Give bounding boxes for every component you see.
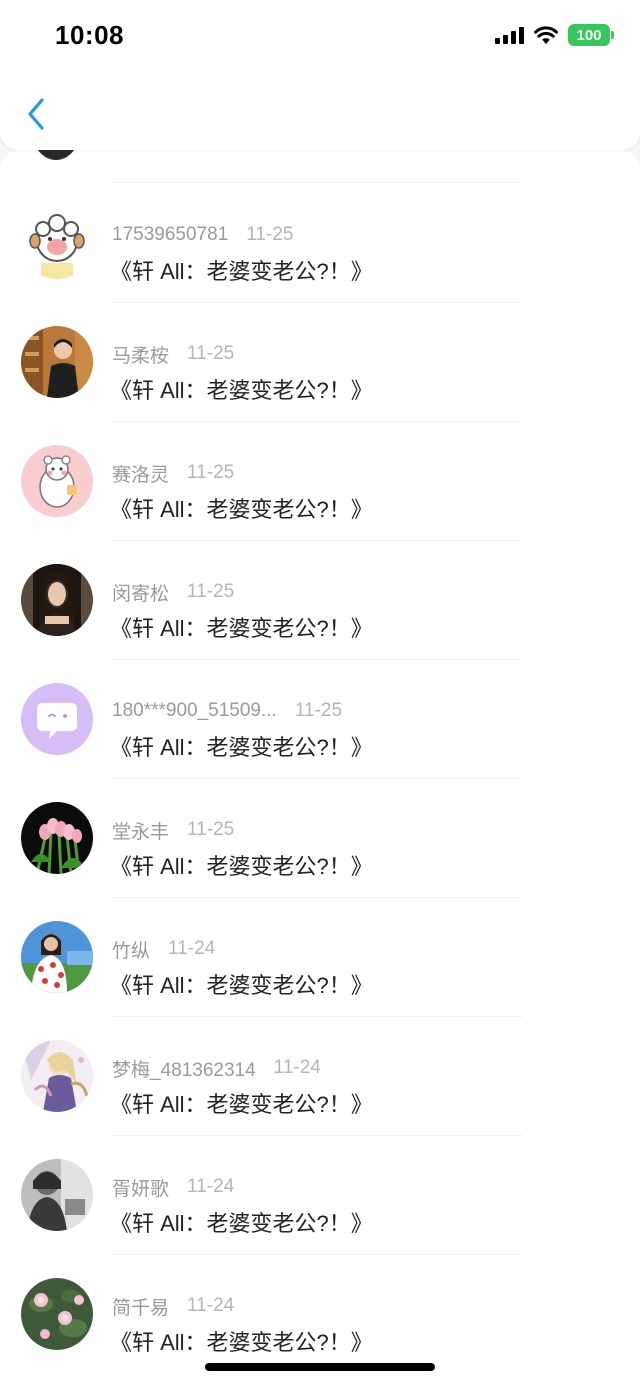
comment-date: 11-25	[246, 224, 294, 245]
item-title[interactable]: 《轩 All：老婆变老公?！》	[110, 611, 373, 643]
item-title[interactable]: 《轩 All：老婆变老公?！》	[110, 1206, 373, 1238]
avatar[interactable]	[21, 326, 93, 398]
user-name[interactable]: 简千易	[112, 1293, 169, 1320]
user-name[interactable]: 马柔桉	[112, 341, 169, 368]
avatar[interactable]	[21, 564, 93, 636]
item-meta: 17539650781 11-25	[112, 223, 293, 247]
avatar	[30, 150, 82, 160]
comment-date: 11-24	[273, 1057, 321, 1078]
list-item[interactable]: 竹纵 11-24 《轩 All：老婆变老公?！》	[0, 898, 640, 1016]
comment-date: 11-24	[168, 938, 216, 959]
avatar[interactable]	[21, 921, 93, 993]
item-meta: 马柔桉 11-25	[112, 341, 235, 368]
avatar[interactable]	[21, 683, 93, 755]
list-item[interactable]: 胥妍歌 11-24 《轩 All：老婆变老公?！》	[0, 1136, 640, 1254]
user-name[interactable]: 堂永丰	[112, 817, 169, 844]
avatar[interactable]	[21, 802, 93, 874]
item-meta: 梦梅_481362314 11-24	[112, 1055, 321, 1082]
item-title[interactable]: 《轩 All：老婆变老公?！》	[110, 254, 373, 286]
wifi-icon	[534, 26, 558, 44]
item-title[interactable]: 《轩 All：老婆变老公?！》	[110, 373, 373, 405]
item-title[interactable]: 《轩 All：老婆变老公?！》	[110, 730, 373, 762]
user-name[interactable]: 赛洛灵	[112, 460, 169, 487]
item-title[interactable]: 《轩 All：老婆变老公?！》	[110, 849, 373, 881]
comment-date: 11-25	[187, 819, 235, 840]
comment-date: 11-24	[187, 1176, 235, 1197]
item-title[interactable]: 《轩 All：老婆变老公?！》	[110, 1325, 373, 1357]
item-meta: 胥妍歌 11-24	[112, 1174, 235, 1201]
item-title[interactable]: 《轩 All：老婆变老公?！》	[110, 492, 373, 524]
list-item[interactable]: 赛洛灵 11-25 《轩 All：老婆变老公?！》	[0, 422, 640, 540]
back-button[interactable]	[18, 92, 54, 136]
comment-list[interactable]: 17539650781 11-25 《轩 All：老婆变老公?！》 马柔桉 11…	[0, 150, 640, 1385]
avatar[interactable]	[21, 1040, 93, 1112]
list-item[interactable]: 17539650781 11-25 《轩 All：老婆变老公?！》	[0, 184, 640, 302]
comment-date: 11-25	[187, 343, 235, 364]
item-meta: 180***900_51509... 11-25	[112, 699, 342, 723]
user-name[interactable]: 17539650781	[112, 224, 228, 246]
item-meta: 赛洛灵 11-25	[112, 460, 235, 487]
list-item[interactable]: 马柔桉 11-25 《轩 All：老婆变老公?！》	[0, 303, 640, 421]
item-meta: 竹纵 11-24	[112, 936, 216, 963]
top-bar: 10:08 100	[0, 0, 640, 150]
avatar[interactable]	[21, 445, 93, 517]
item-meta: 简千易 11-24	[112, 1293, 235, 1320]
item-meta: 堂永丰 11-25	[112, 817, 235, 844]
comment-date: 11-25	[294, 700, 343, 721]
item-title[interactable]: 《轩 All：老婆变老公?！》	[110, 968, 373, 1000]
list-item[interactable]: 简千易 11-24 《轩 All：老婆变老公?！》	[0, 1255, 640, 1373]
status-time: 10:08	[55, 20, 124, 50]
list-item[interactable]: 闵寄松 11-25 《轩 All：老婆变老公?！》	[0, 541, 640, 659]
item-meta: 闵寄松 11-25	[112, 579, 235, 606]
cellular-signal-icon	[495, 26, 524, 44]
list-item[interactable]: 梦梅_481362314 11-24 《轩 All：老婆变老公?！》	[0, 1017, 640, 1135]
comment-date: 11-25	[187, 462, 235, 483]
avatar[interactable]	[21, 1159, 93, 1231]
user-name[interactable]: 胥妍歌	[112, 1174, 169, 1201]
avatar[interactable]	[21, 207, 93, 279]
user-name[interactable]: 闵寄松	[112, 579, 169, 606]
home-indicator[interactable]	[205, 1363, 435, 1371]
status-icons: 100	[495, 22, 614, 48]
comment-date: 11-24	[187, 1295, 235, 1316]
user-name[interactable]: 梦梅_481362314	[112, 1055, 256, 1082]
list-item[interactable]: 180***900_51509... 11-25 《轩 All：老婆变老公?！》	[0, 660, 640, 778]
list-item[interactable]: 堂永丰 11-25 《轩 All：老婆变老公?！》	[0, 779, 640, 897]
user-name[interactable]: 竹纵	[112, 936, 150, 963]
divider	[112, 182, 522, 183]
avatar[interactable]	[21, 1278, 93, 1350]
comment-date: 11-25	[187, 581, 235, 602]
battery-icon: 100	[568, 24, 614, 46]
chevron-left-icon	[28, 98, 44, 130]
user-name[interactable]: 180***900_51509...	[112, 700, 277, 722]
item-title[interactable]: 《轩 All：老婆变老公?！》	[110, 1087, 373, 1119]
